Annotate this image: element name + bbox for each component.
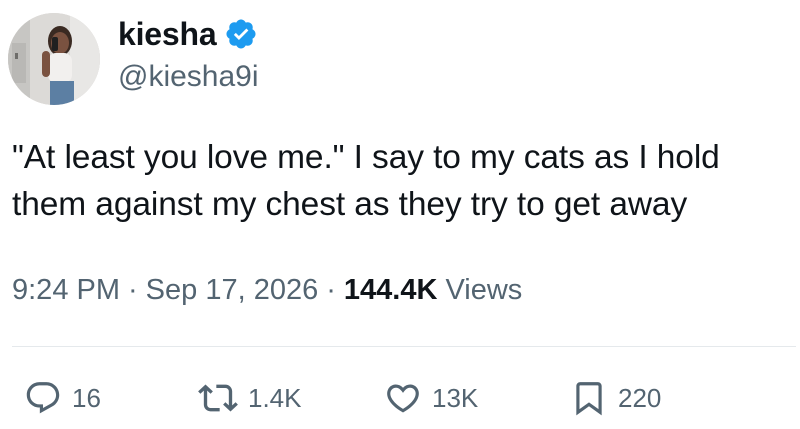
- heart-icon: [387, 384, 419, 413]
- verified-badge-icon: [224, 17, 258, 51]
- avatar-image: [8, 13, 100, 105]
- retweet-count: 1.4K: [248, 382, 302, 413]
- avatar[interactable]: [8, 13, 100, 105]
- tweet-time[interactable]: 9:24 PM: [12, 274, 120, 306]
- meta-separator: ·: [326, 274, 336, 306]
- display-name[interactable]: kiesha: [118, 18, 217, 50]
- tweet-card: kiesha @kiesha9i "At least you love me."…: [0, 0, 800, 429]
- reply-icon: [26, 382, 60, 414]
- retweet-button[interactable]: 1.4K: [198, 374, 302, 422]
- retweet-icon: [198, 384, 238, 412]
- tweet-text: "At least you love me." I say to my cats…: [12, 134, 796, 228]
- meta-separator: ·: [128, 274, 138, 306]
- views-count: 144.4K: [343, 274, 438, 306]
- name-row: kiesha: [118, 12, 258, 56]
- divider: [12, 346, 796, 347]
- bookmark-button[interactable]: 220: [570, 374, 661, 422]
- tweet-meta: 9:24 PM · Sep 17, 2026 · 144.4K Views: [12, 270, 522, 310]
- bookmark-icon: [576, 382, 602, 416]
- tweet-text-line-2: them against my chest as they try to get…: [12, 186, 688, 223]
- reply-count: 16: [72, 382, 101, 413]
- views-label: Views: [445, 274, 523, 306]
- bookmark-count: 220: [618, 382, 662, 413]
- user-handle[interactable]: @kiesha9i: [118, 62, 259, 92]
- tweet-text-line-1: "At least you love me." I say to my cats…: [12, 139, 720, 176]
- like-count: 13K: [432, 382, 479, 413]
- reply-button[interactable]: 16: [24, 374, 101, 422]
- tweet-date[interactable]: Sep 17, 2026: [146, 274, 319, 306]
- like-button[interactable]: 13K: [384, 374, 478, 422]
